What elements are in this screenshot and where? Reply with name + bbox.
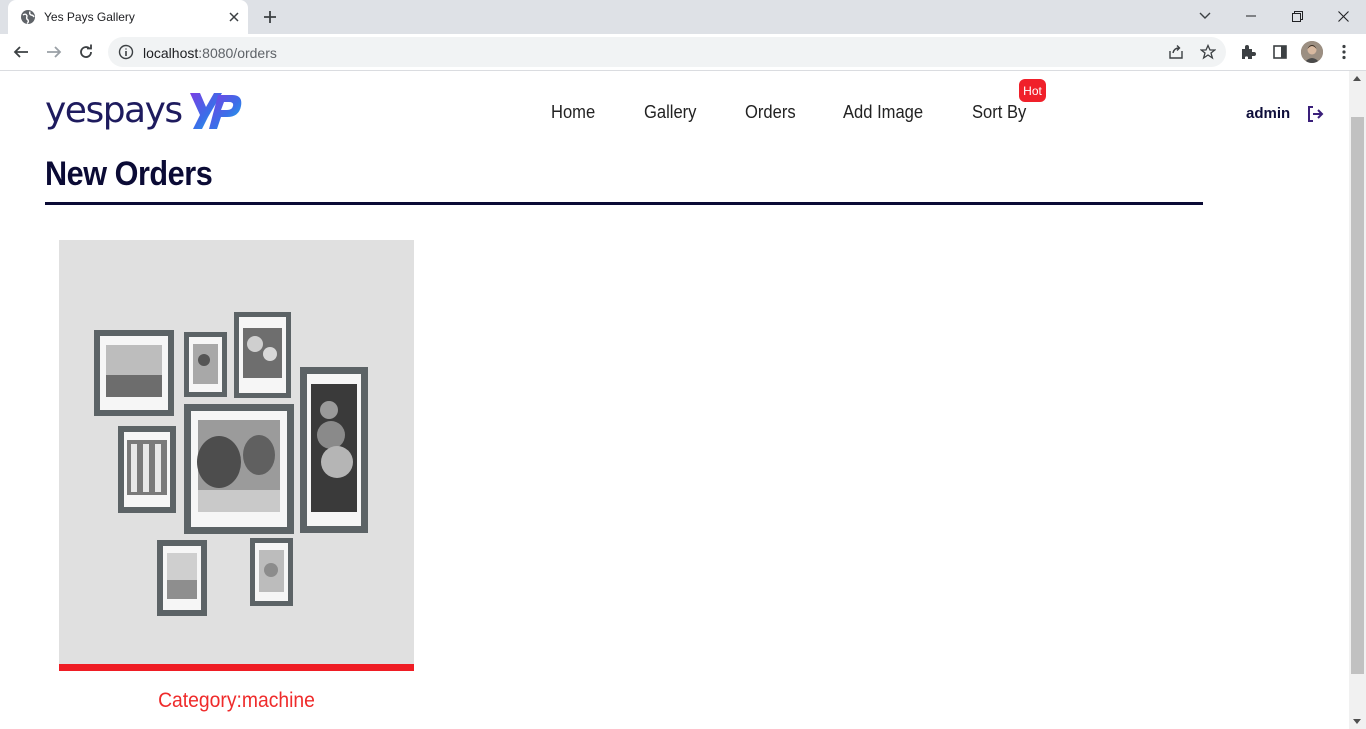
nav-orders[interactable]: Orders — [745, 102, 796, 123]
title-divider — [45, 202, 1203, 205]
logo-wordmark: yespays — [45, 90, 183, 131]
scroll-up-icon[interactable] — [1353, 76, 1361, 81]
category-accent-bar — [59, 664, 414, 671]
page-title: New Orders — [45, 155, 213, 193]
share-icon[interactable] — [1167, 43, 1185, 61]
minimize-icon[interactable] — [1228, 0, 1274, 32]
nav-sort-by[interactable]: Sort By — [972, 102, 1026, 123]
back-icon[interactable] — [7, 38, 35, 66]
picture-frames-artwork — [59, 240, 414, 664]
globe-icon — [21, 10, 35, 25]
tab-search-icon[interactable] — [1182, 0, 1228, 32]
address-bar[interactable]: localhost:8080/orders — [108, 37, 1226, 67]
nav-add-image[interactable]: Add Image — [843, 102, 923, 123]
user-name: admin — [1246, 105, 1291, 122]
url-text: localhost:8080/orders — [143, 45, 277, 61]
order-card[interactable]: Category:machine — [59, 240, 414, 720]
browser-toolbar: localhost:8080/orders — [0, 34, 1366, 71]
brand-logo[interactable]: yespays — [45, 89, 244, 133]
vertical-scrollbar[interactable] — [1349, 71, 1366, 729]
page-viewport: yespays Home Gallery Orders Add Image So… — [0, 71, 1349, 729]
category-label: Category: — [158, 689, 242, 712]
site-info-icon[interactable] — [118, 44, 134, 60]
yp-logo-icon — [189, 93, 241, 129]
new-tab-icon[interactable] — [258, 6, 282, 28]
nav-home[interactable]: Home — [551, 102, 595, 123]
order-image[interactable] — [59, 240, 414, 664]
browser-tab[interactable]: Yes Pays Gallery — [8, 0, 248, 34]
reload-icon[interactable] — [72, 38, 100, 66]
scrollbar-thumb[interactable] — [1351, 117, 1364, 674]
close-tab-icon[interactable] — [224, 7, 244, 27]
profile-avatar[interactable] — [1301, 41, 1323, 63]
nav-gallery[interactable]: Gallery — [644, 102, 696, 123]
restore-icon[interactable] — [1274, 0, 1320, 32]
tab-title: Yes Pays Gallery — [44, 10, 135, 24]
order-category: Category:machine — [73, 689, 400, 713]
logout-icon[interactable] — [1305, 104, 1325, 124]
forward-icon[interactable] — [40, 38, 68, 66]
browser-tabstrip: Yes Pays Gallery — [0, 0, 1366, 34]
side-panel-icon[interactable] — [1266, 38, 1294, 66]
category-value: machine — [241, 689, 315, 712]
bookmark-star-icon[interactable] — [1199, 43, 1217, 61]
extensions-icon[interactable] — [1234, 38, 1262, 66]
chrome-menu-icon[interactable] — [1330, 38, 1358, 66]
hot-badge: Hot — [1019, 79, 1046, 102]
scroll-down-icon[interactable] — [1353, 719, 1361, 724]
close-window-icon[interactable] — [1320, 0, 1366, 32]
